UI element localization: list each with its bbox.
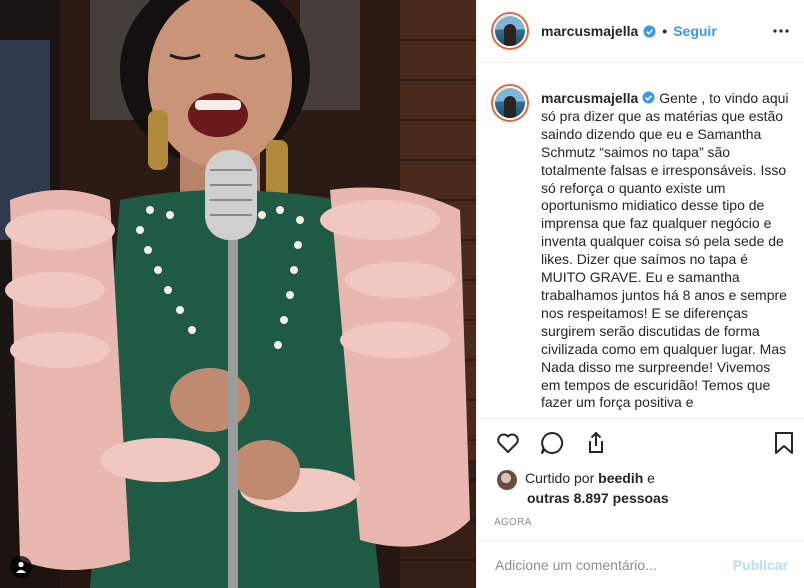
share-icon[interactable] — [583, 430, 609, 456]
post-side-panel: marcusmajella • Seguir marcusmajella Gent… — [476, 0, 804, 588]
follow-button[interactable]: Seguir — [673, 23, 717, 39]
post-header: marcusmajella • Seguir — [477, 0, 804, 63]
photo-illustration — [0, 0, 476, 588]
liked-by-prefix: Curtido por — [525, 470, 595, 486]
caption-section: marcusmajella Gente , to vindo aqui só pr… — [477, 64, 804, 419]
verified-badge-icon — [643, 24, 656, 38]
caption-username[interactable]: marcusmajella — [541, 90, 638, 106]
comment-bar: Publicar — [477, 540, 804, 588]
liked-by-conj: e — [647, 470, 655, 486]
liker-avatar[interactable] — [497, 470, 517, 490]
bookmark-icon[interactable] — [771, 430, 797, 456]
liked-by-user[interactable]: beedih — [598, 470, 643, 486]
more-options-icon[interactable] — [772, 22, 790, 40]
username-link[interactable]: marcusmajella — [541, 23, 638, 39]
caption: marcusmajella Gente , to vindo aqui só pr… — [541, 90, 790, 418]
post-timestamp[interactable]: AGORA — [494, 517, 532, 528]
liked-others[interactable]: outras 8.897 pessoas — [527, 488, 669, 508]
comment-input[interactable] — [495, 556, 733, 573]
publish-button[interactable]: Publicar — [733, 557, 788, 573]
user-tag-button[interactable] — [10, 556, 32, 578]
user-tag-icon — [16, 561, 26, 573]
caption-avatar[interactable] — [491, 84, 529, 122]
caption-body: Gente , to vindo aqui só pra dizer que a… — [541, 90, 793, 411]
comment-icon[interactable] — [539, 430, 565, 456]
heart-icon[interactable] — [495, 430, 521, 456]
action-bar — [491, 430, 793, 460]
liked-by-line: Curtido por beedih e — [525, 468, 655, 488]
avatar[interactable] — [491, 12, 529, 50]
header-user: marcusmajella • Seguir — [541, 23, 717, 39]
post-photo[interactable] — [0, 0, 476, 588]
separator-dot: • — [662, 23, 668, 39]
verified-badge-icon — [642, 91, 655, 104]
